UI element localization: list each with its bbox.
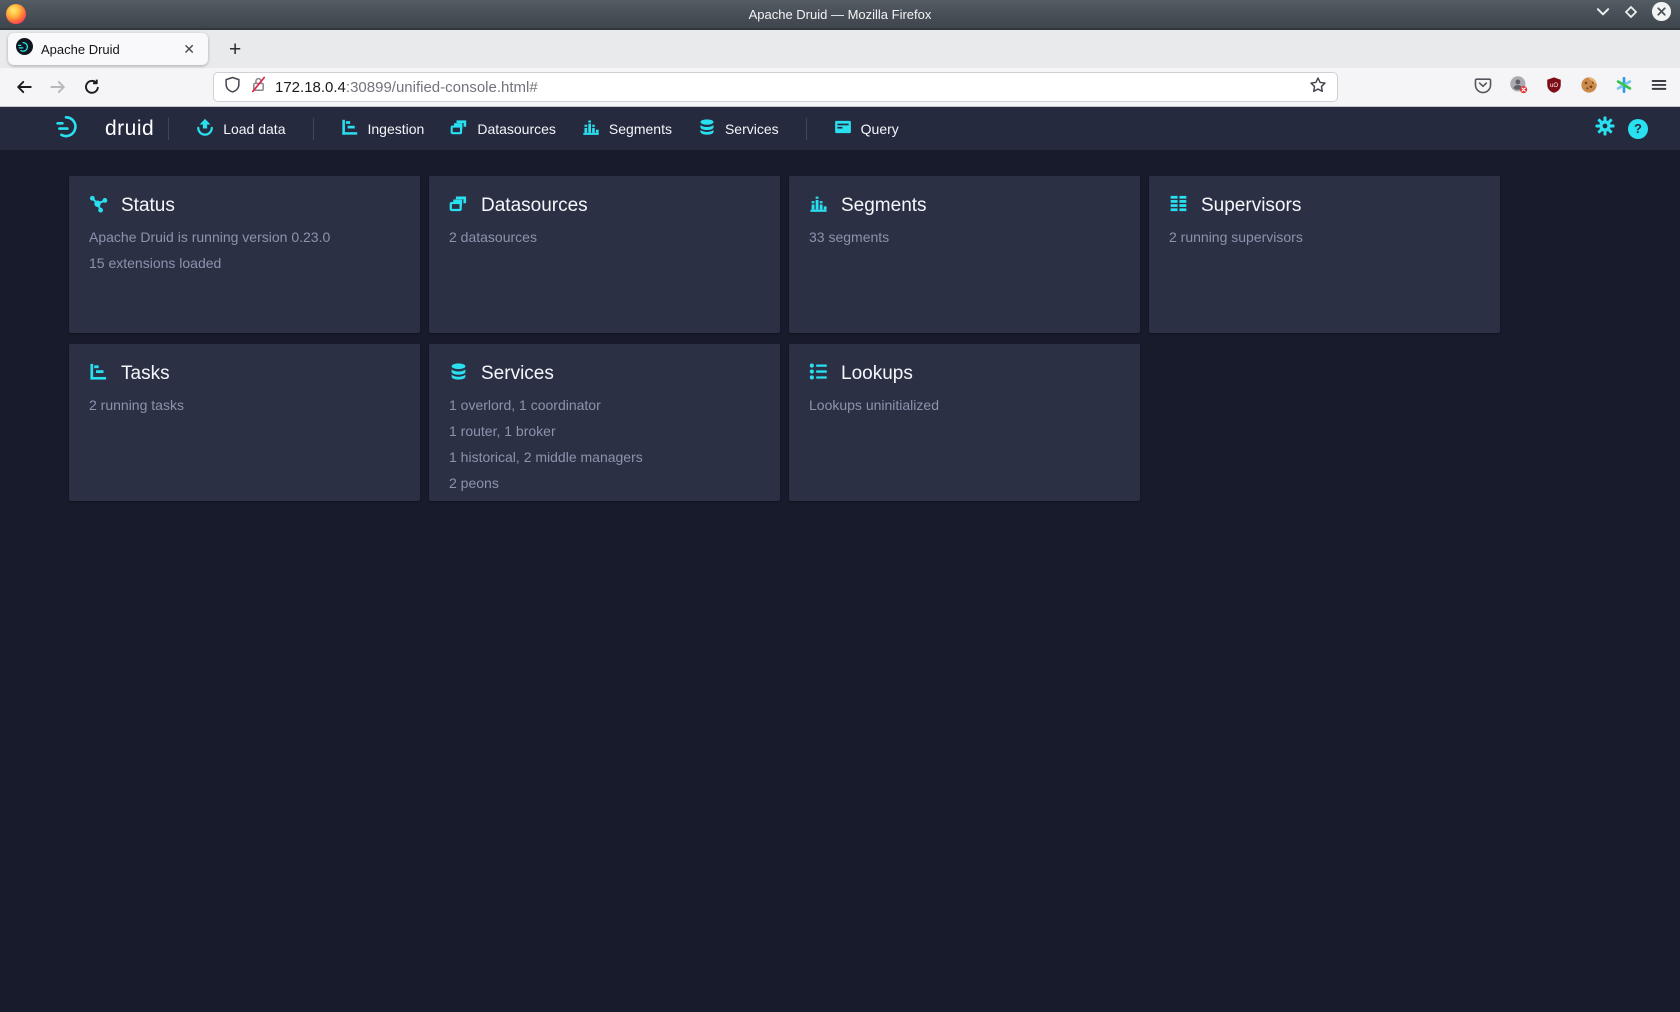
- card-title: Segments: [841, 195, 927, 217]
- account-extension-icon[interactable]: [1509, 75, 1528, 99]
- druid-logo-text: druid: [105, 117, 154, 141]
- nav-item-load-data[interactable]: Load data: [183, 107, 298, 150]
- cookie-extension-icon[interactable]: [1580, 76, 1598, 99]
- url-bar[interactable]: 172.18.0.4:30899/unified-console.html#: [213, 72, 1338, 102]
- new-tab-button[interactable]: +: [223, 37, 247, 62]
- back-icon[interactable]: [9, 72, 39, 102]
- navbar-separator: [168, 118, 169, 140]
- card-title: Tasks: [121, 363, 170, 385]
- console-home: Status Apache Druid is running version 0…: [0, 150, 1680, 1012]
- tracking-shield-icon[interactable]: [224, 76, 241, 98]
- sparkle-extension-icon[interactable]: [1615, 76, 1633, 99]
- stacked-rects-icon: [450, 118, 468, 139]
- url-text: 172.18.0.4:30899/unified-console.html#: [275, 79, 538, 96]
- druid-navbar: druid Load data Ingestion Datasources Se…: [0, 107, 1680, 150]
- druid-logo-icon: [56, 113, 96, 145]
- navbar-separator: [806, 118, 807, 140]
- bar-chart-icon: [582, 118, 600, 139]
- list-columns-icon: [1169, 194, 1188, 218]
- nav-item-datasources[interactable]: Datasources: [437, 107, 569, 150]
- nav-item-services[interactable]: Services: [685, 107, 792, 150]
- window-controls: [1595, 1, 1672, 27]
- segments-card[interactable]: Segments 33 segments: [789, 176, 1140, 333]
- toolbar-extensions: uO: [1474, 75, 1668, 99]
- card-title: Lookups: [841, 363, 913, 385]
- card-line: 2 peons: [449, 476, 760, 490]
- nav-item-label: Ingestion: [368, 121, 425, 137]
- menu-hamburger-icon[interactable]: [1650, 76, 1668, 99]
- card-title: Services: [481, 363, 554, 385]
- url-host: 172.18.0.4: [275, 79, 346, 96]
- card-line: 33 segments: [809, 230, 1120, 244]
- database-icon: [698, 118, 716, 139]
- card-line: 2 running supervisors: [1169, 230, 1480, 244]
- tab-close-icon[interactable]: ✕: [178, 40, 200, 58]
- card-line: 1 overlord, 1 coordinator: [449, 398, 760, 412]
- lookups-card[interactable]: Lookups Lookups uninitialized: [789, 344, 1140, 501]
- insecure-lock-icon[interactable]: [250, 76, 267, 98]
- properties-icon: [809, 362, 828, 386]
- card-line: 1 router, 1 broker: [449, 424, 760, 438]
- firefox-icon: [6, 4, 26, 24]
- card-title: Datasources: [481, 195, 588, 217]
- gantt-icon: [341, 118, 359, 139]
- nav-item-query[interactable]: Query: [821, 107, 912, 150]
- card-line: Lookups uninitialized: [809, 398, 1120, 412]
- nav-item-label: Segments: [609, 121, 672, 137]
- tab-apache-druid[interactable]: Apache Druid ✕: [8, 33, 208, 65]
- url-path: :30899/unified-console.html#: [346, 79, 538, 96]
- nav-item-label: Load data: [223, 121, 285, 137]
- tasks-card[interactable]: Tasks 2 running tasks: [69, 344, 420, 501]
- card-line: 1 historical, 2 middle managers: [449, 450, 760, 464]
- nav-item-ingestion[interactable]: Ingestion: [328, 107, 438, 150]
- tab-bar: Apache Druid ✕ +: [0, 30, 1680, 68]
- gantt-icon: [89, 362, 108, 386]
- bookmark-star-icon[interactable]: [1309, 76, 1327, 99]
- cards-grid: Status Apache Druid is running version 0…: [69, 176, 1680, 501]
- services-card[interactable]: Services 1 overlord, 1 coordinator 1 rou…: [429, 344, 780, 501]
- database-icon: [449, 362, 468, 386]
- maximize-icon[interactable]: [1623, 4, 1639, 25]
- browser-toolbar: 172.18.0.4:30899/unified-console.html# u…: [0, 68, 1680, 107]
- stacked-rects-icon: [449, 194, 468, 218]
- bar-chart-icon: [809, 194, 828, 218]
- card-title: Status: [121, 195, 175, 217]
- ublock-icon[interactable]: uO: [1545, 76, 1563, 99]
- reload-icon[interactable]: [77, 72, 107, 102]
- nav-item-segments[interactable]: Segments: [569, 107, 685, 150]
- nav-item-label: Query: [861, 121, 899, 137]
- graph-icon: [89, 194, 108, 218]
- supervisors-card[interactable]: Supervisors 2 running supervisors: [1149, 176, 1500, 333]
- card-line: 15 extensions loaded: [89, 256, 400, 270]
- minimize-icon[interactable]: [1595, 4, 1611, 25]
- application-icon: [834, 118, 852, 139]
- tab-favicon-druid-icon: [16, 38, 33, 60]
- navbar-right: ?: [1595, 116, 1648, 141]
- upload-icon: [196, 118, 214, 139]
- card-line: Apache Druid is running version 0.23.0: [89, 230, 400, 244]
- window-titlebar: Apache Druid — Mozilla Firefox: [0, 0, 1680, 30]
- druid-logo[interactable]: druid: [56, 113, 154, 145]
- card-line: 2 datasources: [449, 230, 760, 244]
- help-icon[interactable]: ?: [1628, 119, 1648, 139]
- gear-icon[interactable]: [1595, 116, 1615, 141]
- nav-item-label: Services: [725, 121, 779, 137]
- svg-text:uO: uO: [1550, 83, 1558, 89]
- navbar-separator: [313, 118, 314, 140]
- close-icon[interactable]: [1651, 1, 1672, 27]
- pocket-icon[interactable]: [1474, 76, 1492, 99]
- forward-icon[interactable]: [43, 72, 73, 102]
- nav-item-label: Datasources: [477, 121, 556, 137]
- window-title: Apache Druid — Mozilla Firefox: [0, 7, 1680, 22]
- status-card[interactable]: Status Apache Druid is running version 0…: [69, 176, 420, 333]
- card-title: Supervisors: [1201, 195, 1301, 217]
- tab-title: Apache Druid: [41, 42, 178, 57]
- datasources-card[interactable]: Datasources 2 datasources: [429, 176, 780, 333]
- card-line: 2 running tasks: [89, 398, 400, 412]
